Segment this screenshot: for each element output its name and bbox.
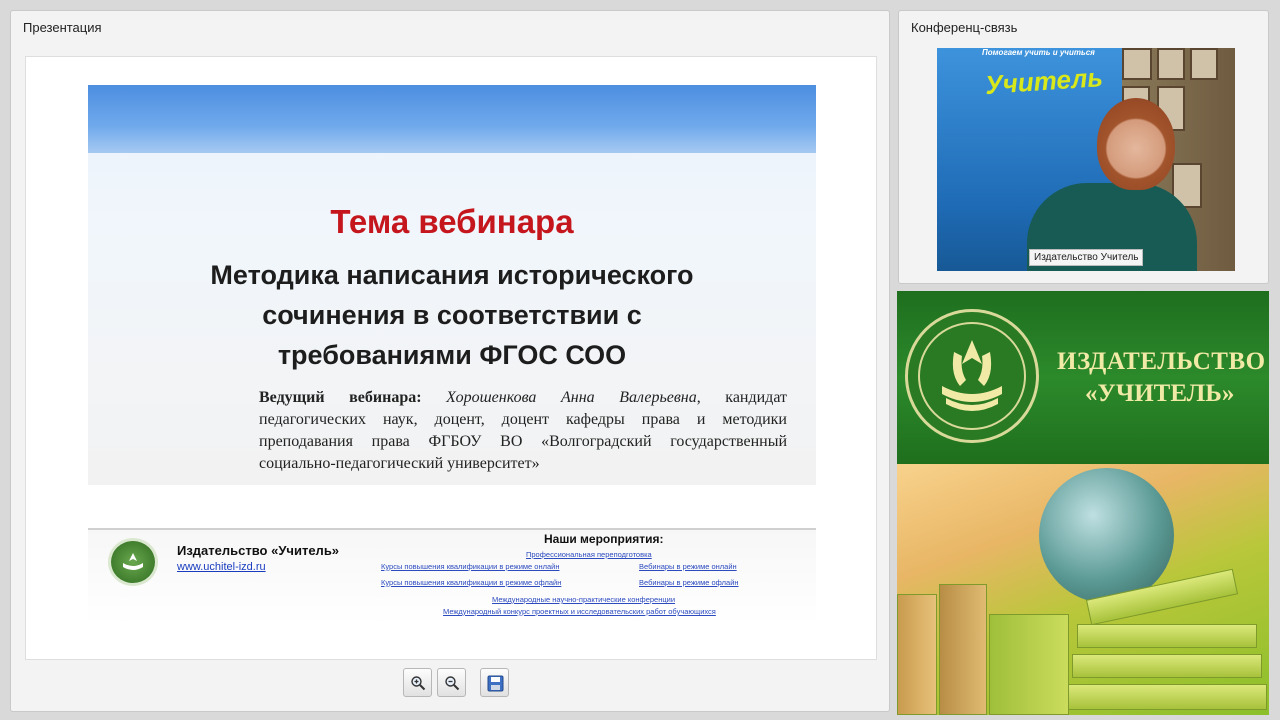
- slide-title-line: сочинения в соответствии с: [262, 300, 642, 330]
- advert-logo: [905, 309, 1039, 443]
- slide-viewport: Тема вебинара Методика написания историч…: [25, 56, 877, 660]
- slide-header-bar: [88, 85, 816, 153]
- globe-image: [1039, 468, 1174, 603]
- save-button[interactable]: [480, 668, 509, 697]
- webcam-video[interactable]: Помогаем учить и учиться Учитель Издател…: [937, 48, 1235, 271]
- slide-title-line: Методика написания исторического: [210, 260, 694, 290]
- event-link[interactable]: Профессиональная переподготовка: [526, 550, 652, 559]
- slide: Тема вебинара Методика написания историч…: [88, 85, 816, 485]
- slide-title: Методика написания исторического сочинен…: [88, 255, 816, 375]
- wall-frame: [1122, 48, 1152, 80]
- book-image: [939, 584, 987, 715]
- event-link[interactable]: Международный конкурс проектных и исслед…: [443, 607, 716, 616]
- zoom-in-icon: [411, 676, 426, 691]
- save-icon: [487, 675, 504, 692]
- zoom-in-button[interactable]: [403, 668, 432, 697]
- slide-topic: Тема вебинара: [330, 203, 574, 240]
- banner-slogan: Помогаем учить и учиться: [982, 48, 1095, 57]
- conference-panel-title: Конференц-связь: [911, 20, 1018, 35]
- events-title: Наши мероприятия:: [544, 532, 664, 546]
- publisher-advert: ИЗДАТЕЛЬСТВО «УЧИТЕЛЬ»: [897, 291, 1269, 715]
- book-leaf-icon: [123, 553, 143, 570]
- advert-books-image: [897, 464, 1269, 715]
- presenter-label: Ведущий вебинара:: [259, 389, 422, 406]
- wall-frame: [1157, 48, 1185, 80]
- presenter-info: Ведущий вебинара: Хорошенкова Анна Валер…: [259, 387, 787, 475]
- event-link[interactable]: Курсы повышения квалификации в режиме оф…: [381, 578, 561, 587]
- video-name-label: Издательство Учитель: [1029, 249, 1144, 266]
- event-link[interactable]: Вебинары в режиме офлайн: [639, 578, 739, 587]
- banner-brand: Учитель: [984, 61, 1104, 101]
- presentation-panel-title: Презентация: [23, 20, 102, 35]
- zoom-out-icon: [445, 676, 460, 691]
- person-head: [1097, 98, 1175, 190]
- wall-frame: [1190, 48, 1218, 80]
- conference-panel: Конференц-связь Помогаем учить и учиться…: [898, 10, 1269, 284]
- advert-header: ИЗДАТЕЛЬСТВО «УЧИТЕЛЬ»: [897, 291, 1269, 464]
- book-image: [897, 594, 937, 715]
- book-image: [989, 614, 1069, 715]
- slide-footer: Издательство «Учитель» www.uchitel-izd.r…: [88, 528, 816, 626]
- book-image: [1072, 654, 1262, 678]
- book-leaf-icon: [942, 340, 1002, 411]
- advert-logo-ring: [918, 322, 1026, 430]
- event-link[interactable]: Курсы повышения квалификации в режиме он…: [381, 562, 560, 571]
- zoom-out-button[interactable]: [437, 668, 466, 697]
- book-image: [1067, 684, 1267, 710]
- presentation-panel: Презентация Тема вебинара Методика напис…: [10, 10, 890, 712]
- publisher-link[interactable]: www.uchitel-izd.ru: [177, 561, 266, 573]
- event-link[interactable]: Вебинары в режиме онлайн: [639, 562, 737, 571]
- publisher-name: Издательство «Учитель»: [177, 543, 340, 558]
- advert-name-line2: «УЧИТЕЛЬ»: [1085, 380, 1235, 407]
- book-image: [1077, 624, 1257, 648]
- presenter-name: Хорошенкова Анна Валерьевна: [446, 389, 697, 406]
- advert-name-line1: ИЗДАТЕЛЬСТВО: [1057, 348, 1266, 375]
- event-link[interactable]: Международные научно-практические конфер…: [492, 595, 675, 604]
- publisher-logo: [108, 538, 158, 586]
- slide-title-line: требованиями ФГОС СОО: [277, 340, 627, 370]
- presenter-person: [1027, 98, 1197, 271]
